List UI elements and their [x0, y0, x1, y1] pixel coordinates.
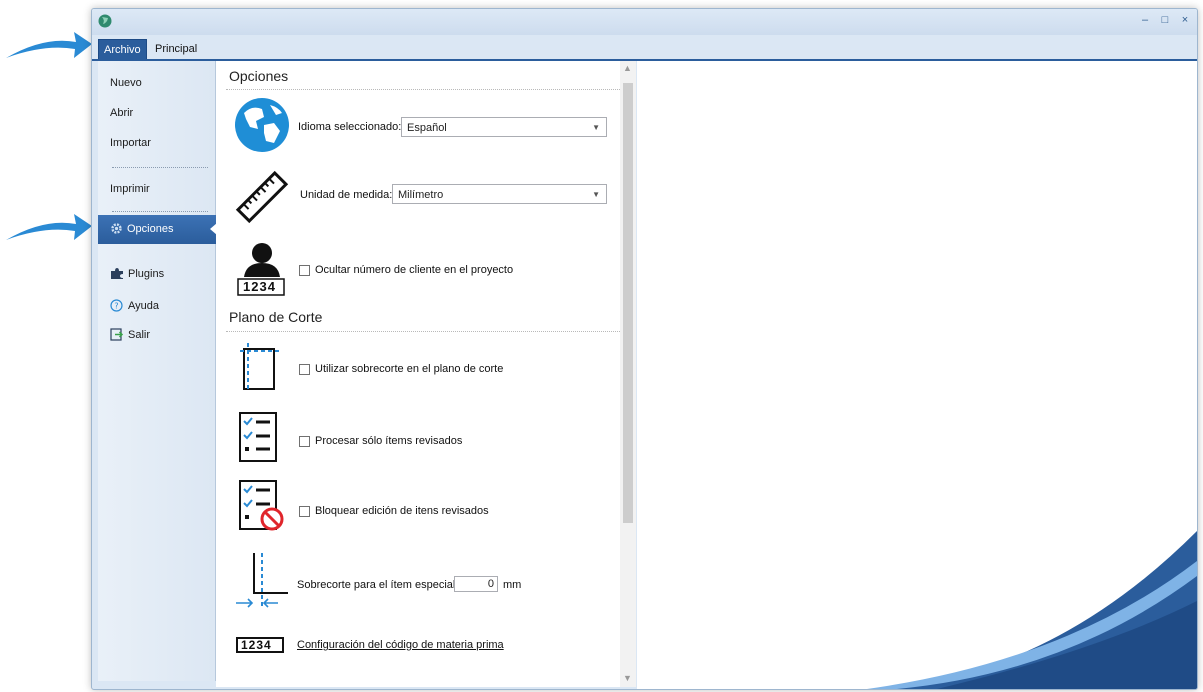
sidebar-item-imprimir[interactable]: Imprimir	[110, 183, 150, 195]
puzzle-icon	[111, 268, 123, 279]
hide-client-number-label: Ocultar número de cliente en el proyecto	[315, 264, 514, 276]
gear-icon	[111, 223, 122, 234]
unit-select[interactable]: Milímetro ▼	[392, 184, 607, 204]
scroll-down-icon[interactable]: ▼	[623, 673, 632, 683]
options-scrollbar[interactable]: ▲ ▼	[620, 61, 636, 687]
process-reviewed-checkbox[interactable]	[299, 436, 310, 447]
app-window: ‒ □ × Archivo Principal Nuevo Abrir Impo…	[91, 8, 1198, 690]
exit-icon	[110, 328, 124, 341]
locked-checklist-icon	[239, 480, 284, 531]
language-select[interactable]: Español ▼	[401, 117, 607, 137]
unit-value: Milímetro	[398, 189, 444, 201]
special-overcut-label: Sobrecorte para el ítem especial	[297, 579, 456, 591]
decorative-swoosh	[867, 531, 1197, 689]
close-button[interactable]: ×	[1179, 14, 1191, 26]
checklist-icon	[239, 412, 277, 462]
section-divider	[226, 89, 624, 90]
chevron-down-icon: ▼	[592, 123, 600, 132]
globe-icon	[235, 98, 289, 152]
maximize-button[interactable]: □	[1159, 14, 1171, 26]
unit-label: Unidad de medida:	[300, 189, 393, 201]
sidebar-item-salir[interactable]: Salir	[128, 329, 150, 341]
sidebar-item-plugins[interactable]: Plugins	[128, 268, 164, 280]
language-value: Español	[407, 122, 447, 134]
sidebar-item-label: Opciones	[127, 223, 174, 235]
scroll-thumb[interactable]	[623, 83, 633, 523]
use-overcut-label: Utilizar sobrecorte en el plano de corte	[315, 363, 504, 375]
special-overcut-unit: mm	[503, 579, 522, 591]
backstage-sidebar: Nuevo Abrir Importar Imprimir Opciones P…	[98, 61, 217, 681]
sidebar-separator	[112, 211, 208, 212]
sidebar-item-importar[interactable]: Importar	[110, 137, 151, 149]
title-bar: ‒ □ ×	[92, 9, 1197, 35]
minimize-button[interactable]: ‒	[1139, 14, 1151, 26]
section-divider	[226, 331, 624, 332]
lock-reviewed-checkbox[interactable]	[299, 506, 310, 517]
tab-archivo[interactable]: Archivo	[98, 39, 147, 61]
client-number-badge: 1234	[243, 279, 276, 294]
overcut-icon	[240, 343, 282, 391]
help-icon: ?	[110, 299, 123, 312]
ruler-icon	[235, 170, 289, 224]
language-label: Idioma seleccionado:	[298, 121, 402, 133]
special-overcut-icon	[236, 553, 288, 608]
sidebar-item-abrir[interactable]: Abrir	[110, 107, 133, 119]
preview-pane	[637, 61, 1197, 689]
scroll-up-icon[interactable]: ▲	[623, 63, 632, 73]
pointer-arrow-archivo	[6, 32, 92, 58]
use-overcut-checkbox[interactable]	[299, 364, 310, 375]
svg-text:?: ?	[114, 302, 118, 311]
app-logo-icon	[98, 14, 112, 28]
raw-material-code-link[interactable]: Configuración del código de materia prim…	[297, 639, 504, 651]
menu-bar: Archivo Principal	[92, 35, 1197, 61]
chevron-down-icon: ▼	[592, 190, 600, 199]
pointer-arrow-opciones	[6, 214, 92, 240]
raw-material-badge: 1234	[241, 638, 272, 652]
section-title-plano-de-corte: Plano de Corte	[229, 309, 323, 325]
sidebar-item-opciones[interactable]: Opciones	[98, 215, 217, 244]
tab-principal[interactable]: Principal	[150, 39, 202, 59]
sidebar-item-nuevo[interactable]: Nuevo	[110, 77, 142, 89]
lock-reviewed-label: Bloquear edición de itens revisados	[315, 505, 489, 517]
process-reviewed-label: Procesar sólo ítems revisados	[315, 435, 463, 447]
section-title-opciones: Opciones	[229, 68, 289, 84]
sidebar-separator	[112, 167, 208, 168]
hide-client-number-checkbox[interactable]	[299, 265, 310, 276]
options-panel: Opciones Idioma seleccionado: Español ▼ …	[216, 61, 635, 687]
special-overcut-input[interactable]: 0	[454, 576, 498, 592]
sidebar-item-ayuda[interactable]: Ayuda	[128, 300, 159, 312]
